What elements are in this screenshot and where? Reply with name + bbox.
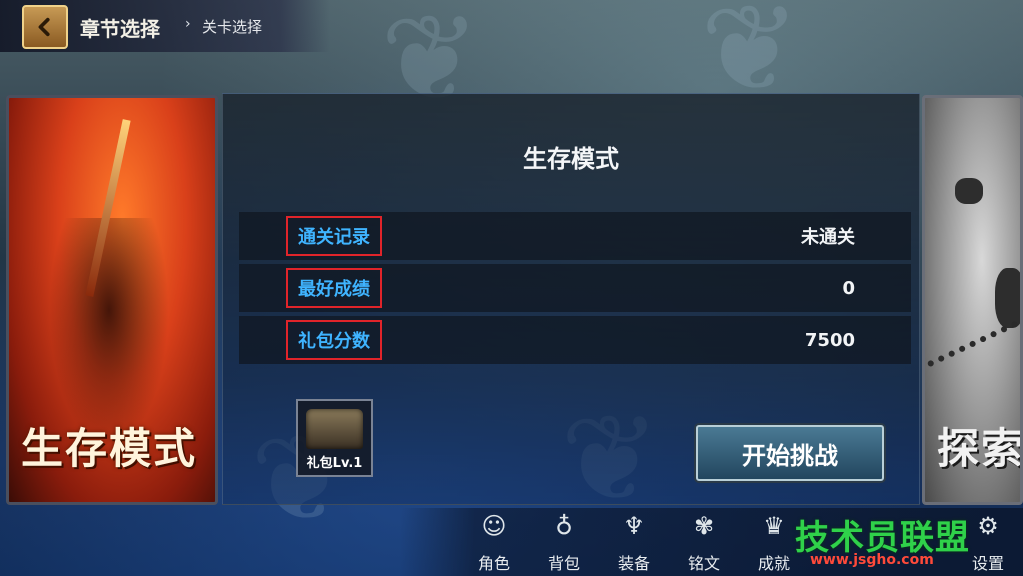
top-bar: 章节选择 › 关卡选择 bbox=[0, 0, 330, 52]
stats-list: 通关记录 未通关 最好成绩 0 礼包分数 7500 bbox=[239, 212, 911, 368]
gift-label: 礼包Lv.1 bbox=[306, 456, 363, 471]
stat-value: 未通关 bbox=[801, 227, 855, 248]
nav-item-inscription[interactable]: ✾ 铭文 bbox=[676, 508, 732, 576]
breadcrumb-chapter-select[interactable]: 章节选择 bbox=[80, 13, 160, 42]
stat-label: 最好成绩 bbox=[286, 268, 382, 308]
nav-item-character[interactable]: ☺ 角色 bbox=[466, 508, 522, 576]
stat-row-clear-record: 通关记录 未通关 bbox=[239, 212, 911, 260]
nav-item-bag[interactable]: ♁ 背包 bbox=[536, 508, 592, 576]
panel-title: 生存模式 bbox=[523, 145, 619, 173]
nav-label: 装备 bbox=[617, 554, 650, 573]
stat-value: 7500 bbox=[804, 329, 855, 351]
treasure-chest-icon bbox=[306, 409, 363, 449]
gift-reward-slot[interactable]: 礼包Lv.1 bbox=[296, 399, 373, 477]
stat-row-best-score: 最好成绩 0 bbox=[239, 264, 911, 312]
watermark-url: www.jsgho.com bbox=[810, 552, 934, 568]
back-button[interactable] bbox=[22, 5, 68, 49]
breadcrumb-level-select: 关卡选择 bbox=[202, 18, 263, 36]
mode-detail-panel: 生存模式 通关记录 未通关 最好成绩 0 礼包分数 7500 礼包Lv.1 开始… bbox=[222, 93, 920, 505]
mode-card-explore[interactable]: 探索 bbox=[922, 95, 1023, 505]
gear-icon: ⚙ bbox=[977, 512, 999, 540]
breadcrumb-separator: › bbox=[185, 16, 191, 32]
stat-row-gift-score: 礼包分数 7500 bbox=[239, 316, 911, 364]
bag-icon: ♁ bbox=[555, 512, 573, 540]
warrior-artwork bbox=[49, 218, 169, 448]
mode-card-title: 生存模式 bbox=[21, 424, 198, 473]
chevron-left-icon bbox=[38, 17, 50, 37]
nav-label: 成就 bbox=[757, 554, 790, 573]
nav-label: 铭文 bbox=[687, 554, 720, 573]
rock-artwork bbox=[955, 178, 983, 204]
nav-item-equipment[interactable]: ♆ 装备 bbox=[606, 508, 662, 576]
character-icon: ☺ bbox=[481, 512, 507, 540]
trophy-icon: ♛ bbox=[763, 512, 785, 540]
stat-label: 礼包分数 bbox=[286, 320, 382, 360]
nav-item-achievement[interactable]: ♛ 成就 bbox=[746, 508, 802, 576]
inscription-icon: ✾ bbox=[693, 512, 715, 540]
stat-label: 通关记录 bbox=[286, 216, 382, 256]
nav-label: 角色 bbox=[477, 554, 510, 573]
chain-artwork bbox=[926, 315, 1020, 377]
stat-value: 0 bbox=[842, 277, 855, 299]
start-challenge-button[interactable]: 开始挑战 bbox=[696, 425, 884, 481]
armor-icon: ♆ bbox=[623, 512, 645, 540]
mode-card-title: 探索 bbox=[937, 424, 1023, 473]
nav-label: 背包 bbox=[547, 554, 580, 573]
mode-card-survival[interactable]: 生存模式 bbox=[6, 95, 218, 505]
